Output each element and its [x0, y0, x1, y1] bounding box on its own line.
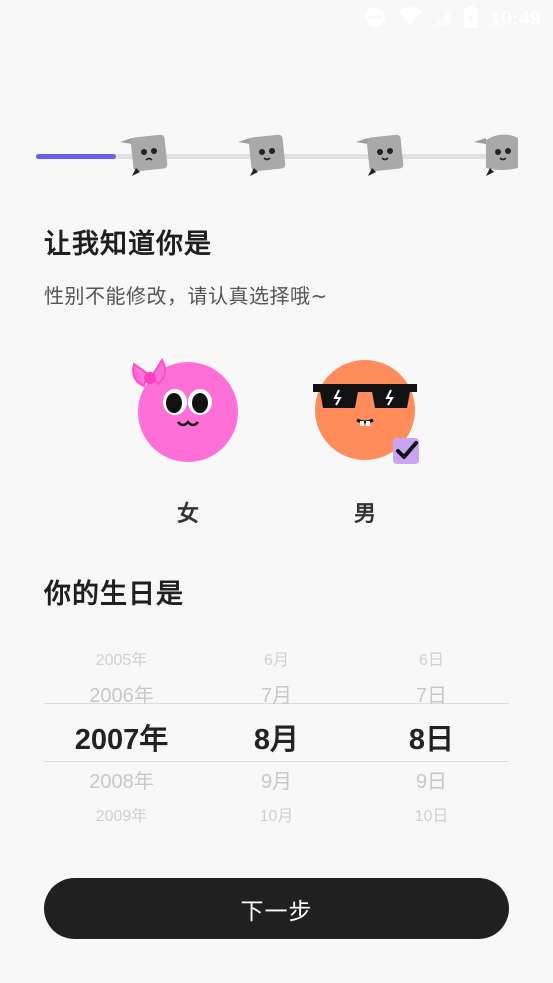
gender-label-female: 女 [176, 502, 199, 527]
page-title: 让我知道你是 [44, 229, 212, 260]
signal-icon [433, 7, 452, 31]
step-progress [36, 130, 526, 180]
status-bar: 10:49 [0, 0, 553, 38]
gender-option-female[interactable]: 女 [128, 350, 248, 530]
month-option[interactable]: 6月 [199, 646, 354, 670]
step-mascot-icon [354, 132, 406, 178]
step-mascot-icon [472, 132, 524, 178]
battery-icon [463, 6, 478, 32]
day-option-selected[interactable]: 8日 [354, 716, 509, 758]
day-option[interactable]: 6日 [354, 646, 509, 670]
year-option[interactable]: 2008年 [44, 765, 199, 794]
month-option-selected[interactable]: 8月 [199, 716, 354, 758]
gender-label-male: 男 [353, 502, 376, 527]
year-option[interactable]: 2005年 [44, 646, 199, 670]
year-option[interactable]: 2006年 [44, 679, 199, 708]
month-picker-column[interactable]: 6月 7月 8月 9月 10月 [199, 640, 354, 830]
gender-option-male[interactable]: 男 [305, 350, 425, 530]
status-time: 10:49 [489, 7, 541, 30]
selected-check-icon [393, 438, 419, 464]
month-option[interactable]: 7月 [199, 679, 354, 708]
year-option-selected[interactable]: 2007年 [44, 716, 199, 758]
month-option[interactable]: 9月 [199, 765, 354, 794]
girl-avatar-icon [132, 358, 238, 462]
birthday-title: 你的生日是 [44, 579, 184, 610]
next-button[interactable]: 下一步 [44, 878, 509, 939]
progress-fill [36, 154, 116, 159]
step-mascot-icon [118, 132, 170, 178]
day-option[interactable]: 10日 [354, 802, 509, 826]
dnd-icon [364, 6, 386, 32]
year-picker-column[interactable]: 2005年 2006年 2007年 2008年 2009年 [44, 640, 199, 830]
month-option[interactable]: 10月 [199, 802, 354, 826]
year-option[interactable]: 2009年 [44, 802, 199, 826]
day-option[interactable]: 7日 [354, 679, 509, 708]
page-subtitle: 性别不能修改，请认真选择哦~ [44, 284, 328, 308]
birthday-picker[interactable]: 2005年 2006年 2007年 2008年 2009年 6月 7月 8月 9… [44, 640, 509, 830]
day-picker-column[interactable]: 6日 7日 8日 9日 10日 [354, 640, 509, 830]
wifi-icon [397, 7, 422, 31]
step-mascot-icon [236, 132, 288, 178]
day-option[interactable]: 9日 [354, 765, 509, 794]
